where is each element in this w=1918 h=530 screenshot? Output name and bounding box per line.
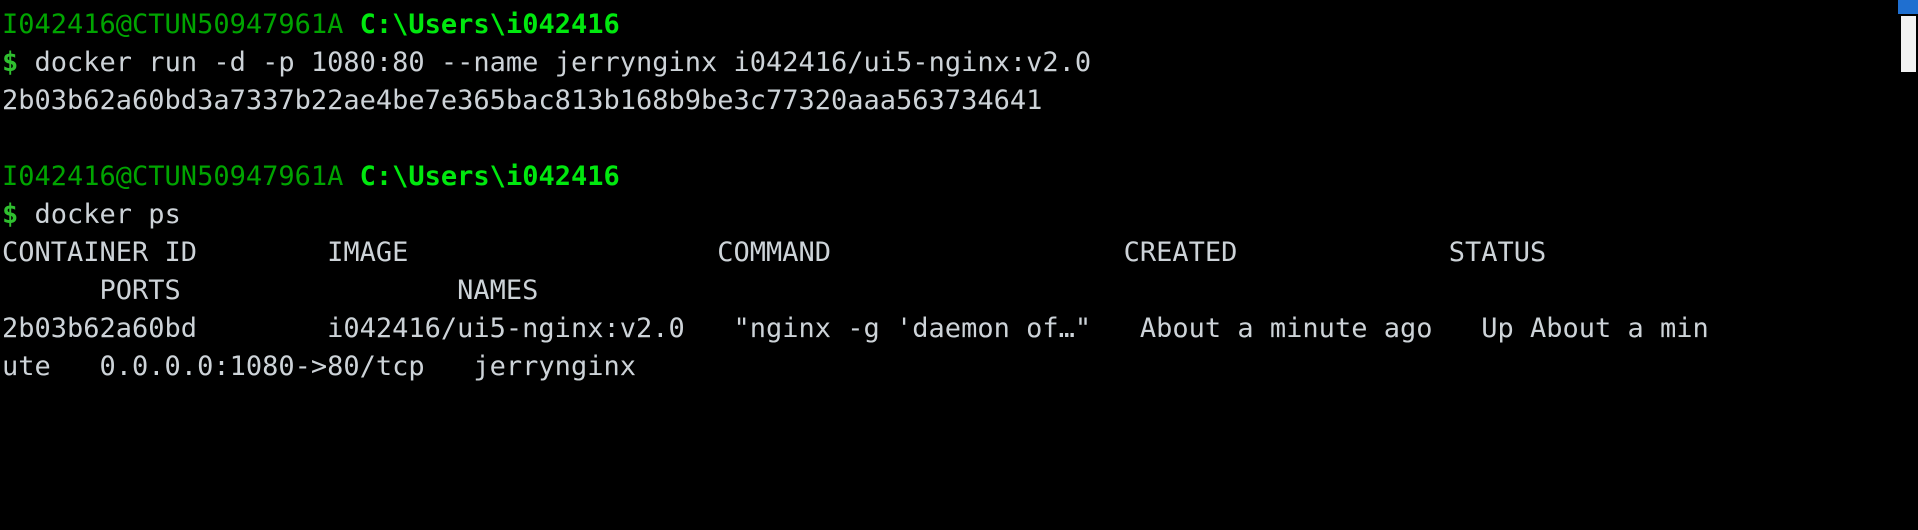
table-header-row-wrapped: PORTS NAMES bbox=[2, 275, 539, 306]
table-header-row: CONTAINER ID IMAGE COMMAND CREATED STATU… bbox=[2, 237, 1547, 268]
prompt-user-host: I042416@CTUN50947961A bbox=[2, 9, 344, 40]
dollar-prompt-icon: $ bbox=[2, 47, 19, 78]
prompt-spacer bbox=[343, 161, 359, 192]
command-text-docker-run: docker run -d -p 1080:80 --name jerryngi… bbox=[18, 47, 1092, 78]
command-line-docker-ps: $ docker ps bbox=[2, 196, 1880, 234]
scrollbar[interactable] bbox=[1898, 0, 1918, 530]
table-row: 2b03b62a60bd i042416/ui5-nginx:v2.0 "ngi… bbox=[2, 313, 1709, 344]
prompt-path: C:\Users\i042416 bbox=[359, 161, 620, 192]
prompt-line-1: I042416@CTUN50947961A C:\Users\i042416 bbox=[2, 6, 1880, 44]
prompt-user-host: I042416@CTUN50947961A bbox=[2, 161, 344, 192]
scrollbar-top-accent bbox=[1898, 0, 1918, 14]
command-text-docker-ps: docker ps bbox=[18, 199, 181, 230]
prompt-spacer bbox=[343, 9, 359, 40]
terminal-window[interactable]: I042416@CTUN50947961A C:\Users\i042416 $… bbox=[0, 0, 1918, 530]
terminal-bottom-strip bbox=[0, 514, 1918, 530]
dollar-prompt-icon: $ bbox=[2, 199, 19, 230]
table-row-wrapped: ute 0.0.0.0:1080->80/tcp jerrynginx bbox=[2, 351, 636, 382]
terminal-output-area[interactable]: I042416@CTUN50947961A C:\Users\i042416 $… bbox=[0, 0, 1880, 386]
scrollbar-thumb[interactable] bbox=[1901, 16, 1916, 72]
prompt-line-2: I042416@CTUN50947961A C:\Users\i042416 bbox=[2, 158, 1880, 196]
output-container-hash: 2b03b62a60bd3a7337b22ae4be7e365bac813b16… bbox=[2, 85, 1043, 116]
prompt-path: C:\Users\i042416 bbox=[359, 9, 620, 40]
command-line-docker-run: $ docker run -d -p 1080:80 --name jerryn… bbox=[2, 44, 1880, 82]
